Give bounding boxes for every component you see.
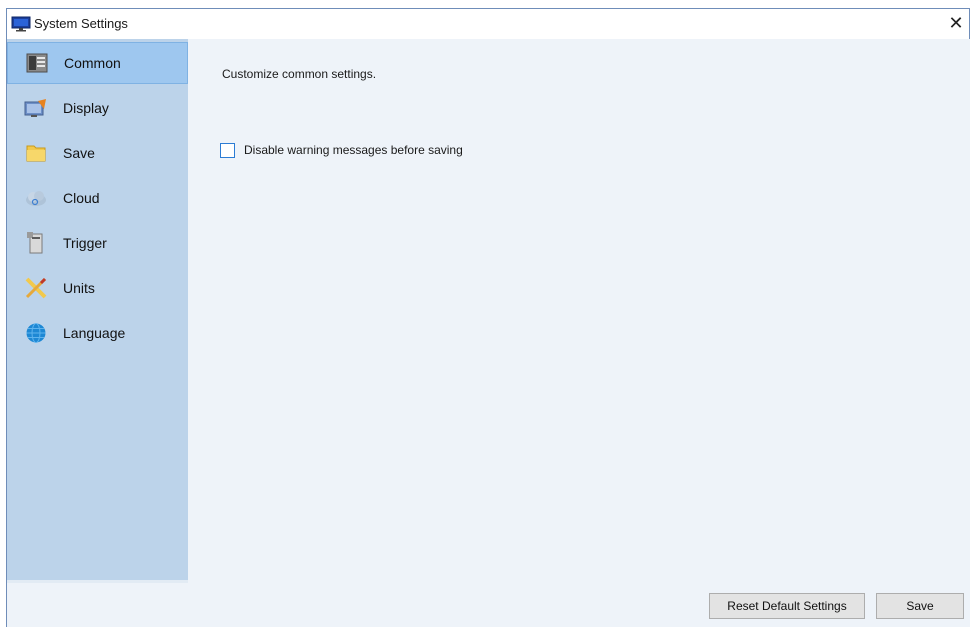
sidebar-item-save[interactable]: Save	[7, 132, 188, 174]
sidebar-item-label: Common	[64, 55, 121, 71]
settings-content: Customize common settings. Disable warni…	[188, 39, 970, 627]
cloud-icon	[24, 186, 48, 210]
ruler-icon	[24, 276, 48, 300]
globe-icon	[24, 321, 48, 345]
page-description: Customize common settings.	[222, 67, 377, 81]
disable-warnings-checkbox[interactable]	[220, 143, 235, 158]
settings-window: System Settings ✕ Common Display Save Cl…	[6, 8, 970, 627]
title-bar: System Settings ✕	[7, 9, 969, 39]
close-button[interactable]: ✕	[945, 12, 967, 34]
sidebar-item-trigger[interactable]: Trigger	[7, 222, 188, 264]
sidebar-item-common[interactable]: Common	[7, 42, 188, 84]
folder-icon	[24, 141, 48, 165]
sidebar-item-label: Units	[63, 280, 95, 296]
common-settings-icon	[25, 51, 49, 75]
sidebar-item-label: Language	[63, 325, 126, 341]
sidebar-item-cloud[interactable]: Cloud	[7, 177, 188, 219]
close-icon: ✕	[948, 13, 964, 33]
sidebar-item-label: Cloud	[63, 190, 100, 206]
sidebar-item-display[interactable]: Display	[7, 87, 188, 129]
sidebar-item-label: Display	[63, 100, 109, 116]
sidebar: Common Display Save Cloud Trigger Units …	[7, 39, 188, 580]
window-title: System Settings	[34, 16, 128, 31]
display-icon	[24, 96, 48, 120]
reset-default-settings-button[interactable]: Reset Default Settings	[709, 593, 865, 619]
sidebar-footer-area	[7, 583, 188, 627]
sidebar-item-label: Trigger	[63, 235, 107, 251]
save-button[interactable]: Save	[876, 593, 964, 619]
trigger-icon	[24, 231, 48, 255]
monitor-icon	[11, 16, 31, 32]
sidebar-item-label: Save	[63, 145, 95, 161]
disable-warnings-label[interactable]: Disable warning messages before saving	[244, 143, 463, 157]
sidebar-item-language[interactable]: Language	[7, 312, 188, 354]
sidebar-item-units[interactable]: Units	[7, 267, 188, 309]
